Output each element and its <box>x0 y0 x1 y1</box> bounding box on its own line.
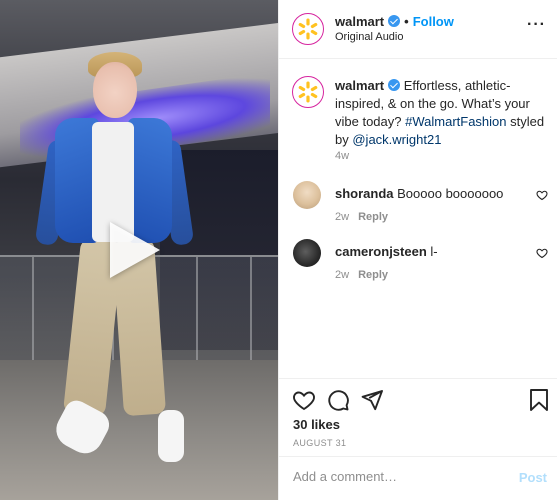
more-options-icon[interactable]: ··· <box>527 17 546 33</box>
follow-button[interactable]: Follow <box>413 14 454 29</box>
caption-hashtag[interactable]: #WalmartFashion <box>405 114 506 129</box>
header-avatar[interactable] <box>292 13 324 45</box>
walmart-spark-icon <box>298 18 318 40</box>
caption-avatar[interactable] <box>292 76 324 108</box>
play-icon[interactable] <box>110 222 160 278</box>
comment-text: l- <box>430 244 438 259</box>
verified-badge-icon <box>388 79 401 91</box>
post-comment-button[interactable]: Post <box>519 470 547 485</box>
post-video[interactable] <box>0 0 278 500</box>
comment-avatar[interactable] <box>293 239 321 267</box>
caption-timestamp[interactable]: 4w <box>335 150 349 162</box>
comment-body: shoranda Booooo booooooo <box>335 186 503 201</box>
header-username[interactable]: walmart <box>335 14 384 29</box>
add-comment-bar: Post <box>279 456 557 500</box>
comment-icon[interactable] <box>326 388 350 412</box>
person-right-shoe <box>158 410 184 462</box>
heart-icon[interactable] <box>536 189 548 201</box>
comment-text: Booooo booooooo <box>397 186 504 201</box>
post-side-panel: walmart • Follow Original Audio ··· walmar… <box>278 0 557 500</box>
reply-button[interactable]: Reply <box>358 211 388 223</box>
person-head <box>93 62 137 118</box>
heart-icon[interactable] <box>536 247 548 259</box>
original-audio-link[interactable]: Original Audio <box>335 31 404 43</box>
comment-time[interactable]: 2w <box>335 211 349 223</box>
post-modal: walmart • Follow Original Audio ··· walmar… <box>0 0 557 500</box>
header-separator: • <box>404 14 409 29</box>
comment-avatar[interactable] <box>293 181 321 209</box>
post-header: walmart • Follow Original Audio ··· <box>279 0 557 59</box>
caption-username[interactable]: walmart <box>335 78 384 93</box>
verified-badge-icon <box>388 15 401 27</box>
reply-button[interactable]: Reply <box>358 269 388 281</box>
comment-meta: 2w Reply <box>335 269 388 281</box>
post-date[interactable]: AUGUST 31 <box>293 438 346 448</box>
header-user-line: walmart • Follow <box>335 14 454 29</box>
comment-input[interactable] <box>293 469 503 484</box>
comment-username[interactable]: shoranda <box>335 186 394 201</box>
comment-item: cameronjsteen l- 2w Reply <box>279 239 557 289</box>
likes-count[interactable]: 30 likes <box>293 417 340 432</box>
comment-time[interactable]: 2w <box>335 269 349 281</box>
comment-body: cameronjsteen l- <box>335 244 438 259</box>
comment-meta: 2w Reply <box>335 211 388 223</box>
walmart-spark-icon <box>298 81 318 103</box>
bookmark-icon[interactable] <box>529 388 549 412</box>
caption-mention[interactable]: @jack.wright21 <box>352 132 441 147</box>
send-icon[interactable] <box>360 388 384 412</box>
comment-item: shoranda Booooo booooooo 2w Reply <box>279 181 557 231</box>
post-caption: walmart Effortless, athletic-inspired, &… <box>335 77 547 149</box>
heart-icon[interactable] <box>292 388 316 412</box>
comment-username[interactable]: cameronjsteen <box>335 244 427 259</box>
